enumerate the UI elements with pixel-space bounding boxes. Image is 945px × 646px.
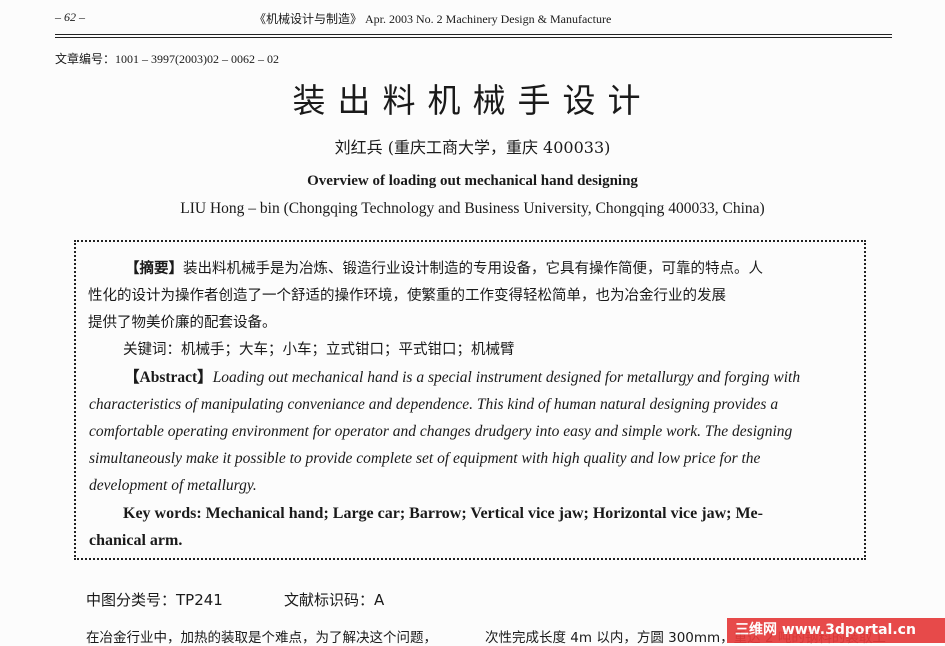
document-code: 文献标识码：A [284, 591, 385, 609]
keywords-en-line-2: chanical arm. [89, 532, 183, 549]
abstract-en-line-2: characteristics of manipulating convenia… [89, 396, 779, 413]
page-number: – 62 – [55, 10, 85, 24]
author-chinese: 刘红兵 (重庆工商大学，重庆 400033) [334, 138, 611, 157]
journal-header: 《机械设计与制造》 Apr. 2003 No. 2 Machinery Desi… [254, 12, 612, 26]
header-rule-top [55, 34, 892, 35]
title-chinese: 装出料机械手设计 [292, 81, 653, 120]
keywords-cn: 关键词：机械手；大车；小车；立式钳口；平式钳口；机械臂 [123, 342, 515, 358]
site-watermark: 三维网 www.3dportal.cn [727, 618, 945, 643]
abstract-en-label: 【Abstract】 [124, 369, 213, 386]
abstract-cn-label: 【摘要】 [125, 261, 183, 277]
header-rule-bottom [55, 37, 892, 38]
abstract-en-line-3: comfortable operating environment for op… [89, 423, 793, 440]
abstract-en-line-5: development of metallurgy. [89, 477, 257, 494]
abstract-cn-line-2: 性化的设计为操作者创造了一个舒适的操作环境，使繁重的工作变得轻松简单，也为冶金行… [88, 288, 726, 304]
abstract-en-line-1: 【Abstract】Loading out mechanical hand is… [124, 369, 801, 386]
abstract-en-line-4: simultaneously make it possible to provi… [89, 450, 761, 467]
author-english: LIU Hong – bin (Chongqing Technology and… [180, 200, 765, 217]
keywords-en-line-1: Key words: Mechanical hand; Large car; B… [123, 505, 763, 522]
abstract-cn-line-1: 【摘要】装出料机械手是为冶炼、锻造行业设计制造的专用设备，它具有操作简便，可靠的… [125, 261, 763, 277]
title-english: Overview of loading out mechanical hand … [307, 173, 638, 189]
article-number: 文章编号：1001 – 3997(2003)02 – 0062 – 02 [55, 52, 279, 66]
classification-code: 中图分类号：TP241 [86, 591, 223, 609]
abstract-cn-line-3: 提供了物美价廉的配套设备。 [88, 315, 277, 331]
body-text-left: 在冶金行业中，加热的装取是个难点，为了解决这个问题， [86, 630, 437, 646]
